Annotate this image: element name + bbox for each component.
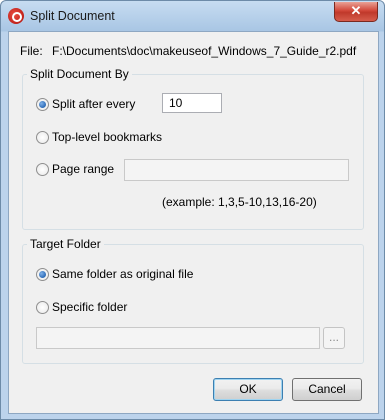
split-document-by-group: Split Document By Split after every Top-… <box>22 67 364 230</box>
page-range-example: (example: 1,3,5-10,13,16-20) <box>162 195 317 209</box>
dialog-window: Split Document ✕ File: F:\Documents\doc\… <box>0 0 385 420</box>
page-range-input[interactable] <box>124 159 349 181</box>
browse-button[interactable]: ... <box>323 327 345 349</box>
folder-path-input[interactable] <box>36 327 320 349</box>
split-group-title: Split Document By <box>27 67 132 81</box>
dialog-body: File: F:\Documents\doc\makeuseof_Windows… <box>8 31 379 414</box>
specific-folder-radio[interactable] <box>36 301 49 314</box>
specific-folder-label[interactable]: Specific folder <box>52 300 127 314</box>
top-level-bookmarks-radio[interactable] <box>36 131 49 144</box>
split-after-every-label[interactable]: Split after every <box>52 97 135 111</box>
target-folder-group: Target Folder Same folder as original fi… <box>22 237 364 364</box>
split-after-every-radio[interactable] <box>36 98 49 111</box>
cancel-button[interactable]: Cancel <box>292 378 362 401</box>
page-range-radio[interactable] <box>36 163 49 176</box>
same-folder-label[interactable]: Same folder as original file <box>52 267 193 281</box>
app-logo-icon <box>8 8 24 24</box>
target-group-title: Target Folder <box>27 237 104 251</box>
file-row: File: F:\Documents\doc\makeuseof_Windows… <box>20 44 356 58</box>
title-bar[interactable]: Split Document ✕ <box>1 1 384 31</box>
file-path: F:\Documents\doc\makeuseof_Windows_7_Gui… <box>52 44 357 58</box>
window-title: Split Document <box>30 9 115 23</box>
file-label: File: <box>20 44 43 58</box>
close-button[interactable]: ✕ <box>334 2 378 22</box>
page-range-label[interactable]: Page range <box>52 162 114 176</box>
same-folder-radio[interactable] <box>36 268 49 281</box>
top-level-bookmarks-label[interactable]: Top-level bookmarks <box>52 130 162 144</box>
ok-button[interactable]: OK <box>213 378 283 401</box>
split-page-count-input[interactable] <box>162 93 222 113</box>
